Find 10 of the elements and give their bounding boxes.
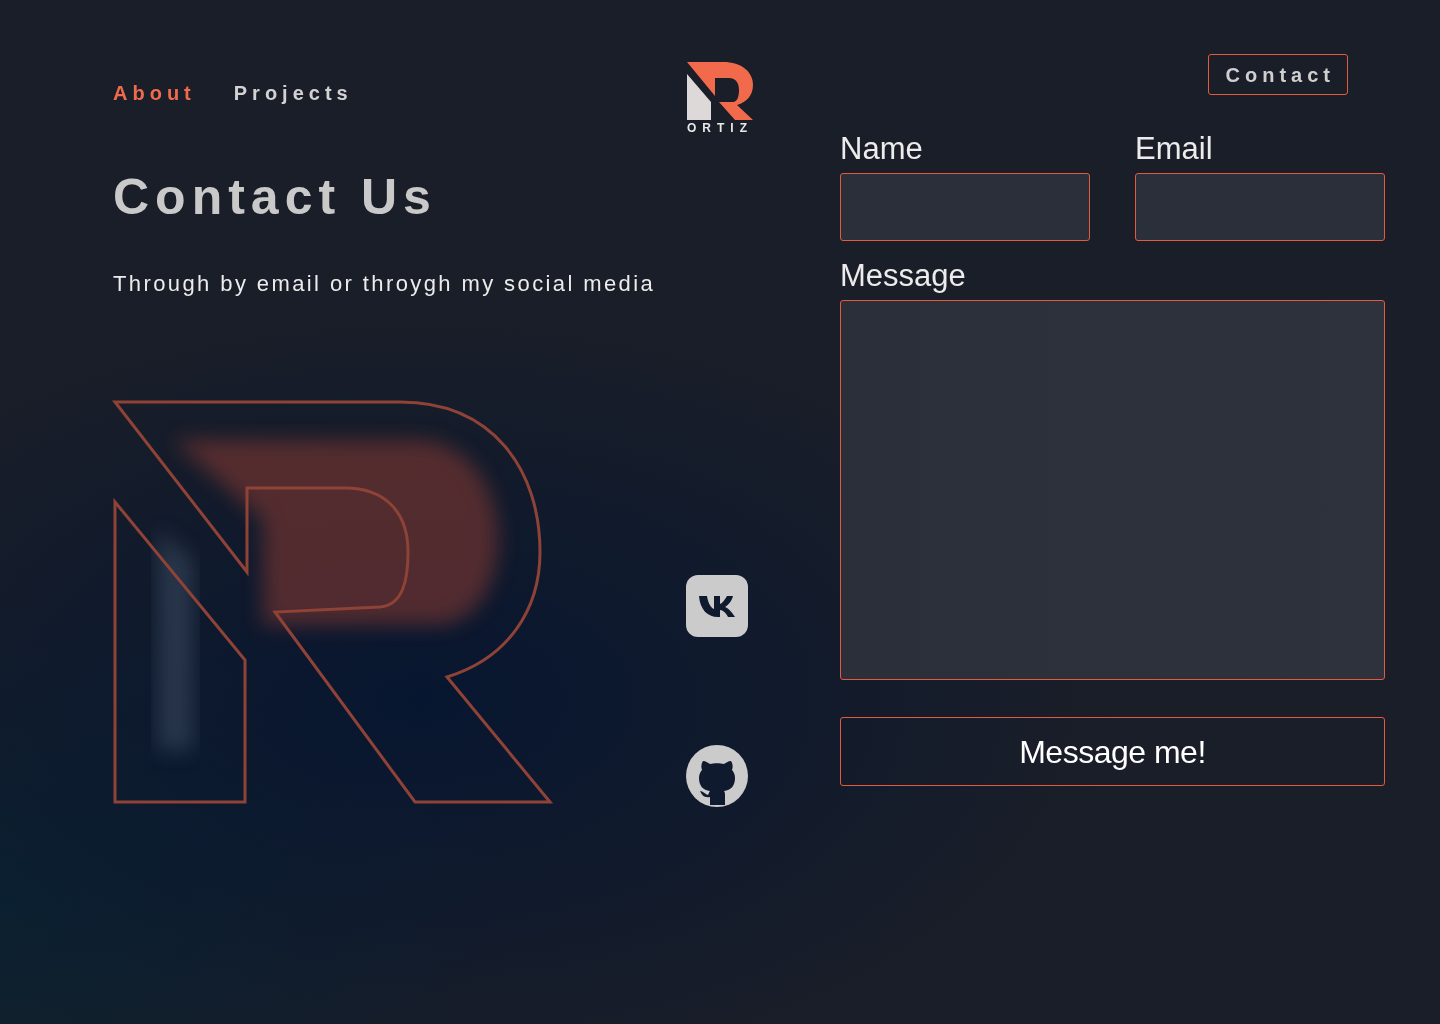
field-label: Name (840, 130, 924, 168)
subtitle: Through by email or throygh my social media (113, 270, 657, 298)
field-label: Email (1135, 130, 1214, 168)
nav-link[interactable]: Projects (233, 78, 353, 108)
logo-text: ORTIZ (687, 122, 753, 134)
page-title: Contact Us (113, 168, 438, 227)
nav-link[interactable]: About (113, 78, 196, 108)
field-label: Message (840, 257, 967, 295)
submit-button[interactable]: Message me! (840, 717, 1385, 787)
contact-button[interactable]: Contact (1207, 54, 1348, 95)
